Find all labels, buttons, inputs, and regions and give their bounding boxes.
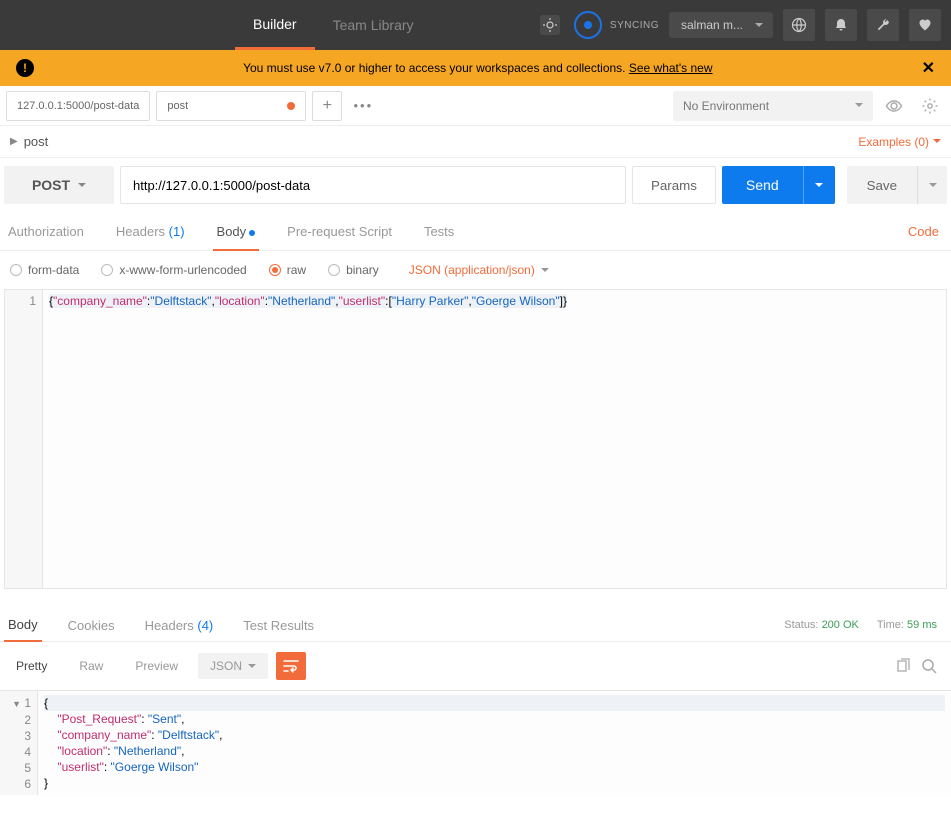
resp-gutter: ▼ 123456 <box>0 691 38 795</box>
tab-overflow-button[interactable]: ••• <box>348 98 378 113</box>
wrench-icon[interactable] <box>867 9 899 41</box>
new-tab-button[interactable]: + <box>312 91 342 121</box>
update-banner: ! You must use v7.0 or higher to access … <box>0 50 951 86</box>
radio-raw[interactable]: raw <box>269 263 306 277</box>
response-tabrow: Body Cookies Headers (4) Test Results St… <box>0 601 951 642</box>
crumb-arrow-icon[interactable]: ▶ <box>10 136 18 147</box>
search-icon[interactable] <box>921 658 937 674</box>
editor-code[interactable]: {"company_name":"Delftstack","location":… <box>43 290 946 588</box>
environment-eye-icon[interactable] <box>879 91 909 121</box>
send-dropdown-button[interactable] <box>803 166 835 204</box>
request-tab-2[interactable]: post <box>156 91 306 121</box>
save-dropdown-button[interactable] <box>917 166 947 204</box>
request-tab-1[interactable]: 127.0.0.1:5000/post-data <box>6 91 150 121</box>
resp-tab-body[interactable]: Body <box>4 609 42 642</box>
radio-form-data[interactable]: form-data <box>10 263 79 277</box>
radio-urlencoded[interactable]: x-www-form-urlencoded <box>101 263 246 277</box>
unsaved-dot-icon <box>287 102 295 110</box>
request-row: POST Params Send Save <box>0 158 951 214</box>
banner-close-icon[interactable]: ✕ <box>922 58 935 78</box>
body-type-row: form-data x-www-form-urlencoded raw bina… <box>0 251 951 289</box>
resp-tab-headers[interactable]: Headers (4) <box>141 610 218 641</box>
copy-icon[interactable] <box>895 658 911 674</box>
response-body-editor[interactable]: ▼ 123456 { "Post_Request": "Sent", "comp… <box>0 690 951 795</box>
sync-status: SYNCING <box>574 11 659 39</box>
request-name: post <box>24 134 49 149</box>
resp-view-preview[interactable]: Preview <box>123 653 190 679</box>
request-tab-row: 127.0.0.1:5000/post-data post + ••• No E… <box>0 86 951 126</box>
top-nav: Builder Team Library SYNCING salman m... <box>0 0 951 50</box>
resp-tab-cookies[interactable]: Cookies <box>64 610 119 641</box>
tab-authorization[interactable]: Authorization <box>4 214 88 250</box>
tab-prerequest[interactable]: Pre-request Script <box>283 214 396 250</box>
user-menu[interactable]: salman m... <box>669 12 773 38</box>
format-select[interactable]: JSON (application/json) <box>409 263 549 277</box>
wrap-toggle-icon[interactable] <box>276 652 306 680</box>
tab-tests[interactable]: Tests <box>420 214 458 250</box>
banner-text: You must use v7.0 or higher to access yo… <box>46 61 910 75</box>
request-sub-tabs: Authorization Headers (1) Body Pre-reque… <box>0 214 951 251</box>
examples-dropdown[interactable]: Examples (0) <box>858 135 941 149</box>
code-link[interactable]: Code <box>900 214 947 250</box>
capture-icon[interactable] <box>540 15 560 35</box>
sync-icon <box>574 11 602 39</box>
save-button[interactable]: Save <box>847 166 917 204</box>
tab-headers[interactable]: Headers (1) <box>112 214 189 250</box>
method-select[interactable]: POST <box>4 166 114 204</box>
resp-code[interactable]: { "Post_Request": "Sent", "company_name"… <box>38 691 951 795</box>
nav-tab-team-library[interactable]: Team Library <box>315 0 432 50</box>
environment-gear-icon[interactable] <box>915 91 945 121</box>
environment-select[interactable]: No Environment <box>673 91 873 121</box>
globe-icon[interactable] <box>783 9 815 41</box>
bell-icon[interactable] <box>825 9 857 41</box>
editor-gutter: 1 <box>5 290 43 588</box>
url-input[interactable] <box>120 166 626 204</box>
warning-icon: ! <box>16 59 34 77</box>
radio-binary[interactable]: binary <box>328 263 379 277</box>
resp-view-raw[interactable]: Raw <box>67 653 115 679</box>
resp-format-select[interactable]: JSON <box>198 653 268 679</box>
request-body-editor[interactable]: 1 {"company_name":"Delftstack","location… <box>4 289 947 589</box>
params-button[interactable]: Params <box>632 166 716 204</box>
resp-tab-results[interactable]: Test Results <box>239 610 318 641</box>
resp-view-pretty[interactable]: Pretty <box>4 653 59 679</box>
body-changed-dot-icon <box>249 230 255 236</box>
response-tools: Pretty Raw Preview JSON <box>0 642 951 690</box>
tab-body[interactable]: Body <box>213 214 260 251</box>
response-status: Status: 200 OK Time: 59 ms <box>784 619 947 631</box>
send-button[interactable]: Send <box>722 166 803 204</box>
heart-icon[interactable] <box>909 9 941 41</box>
banner-link[interactable]: See what's new <box>629 61 713 75</box>
sync-text: SYNCING <box>610 20 659 31</box>
nav-tab-builder[interactable]: Builder <box>235 0 315 50</box>
breadcrumb: ▶ post Examples (0) <box>0 126 951 158</box>
